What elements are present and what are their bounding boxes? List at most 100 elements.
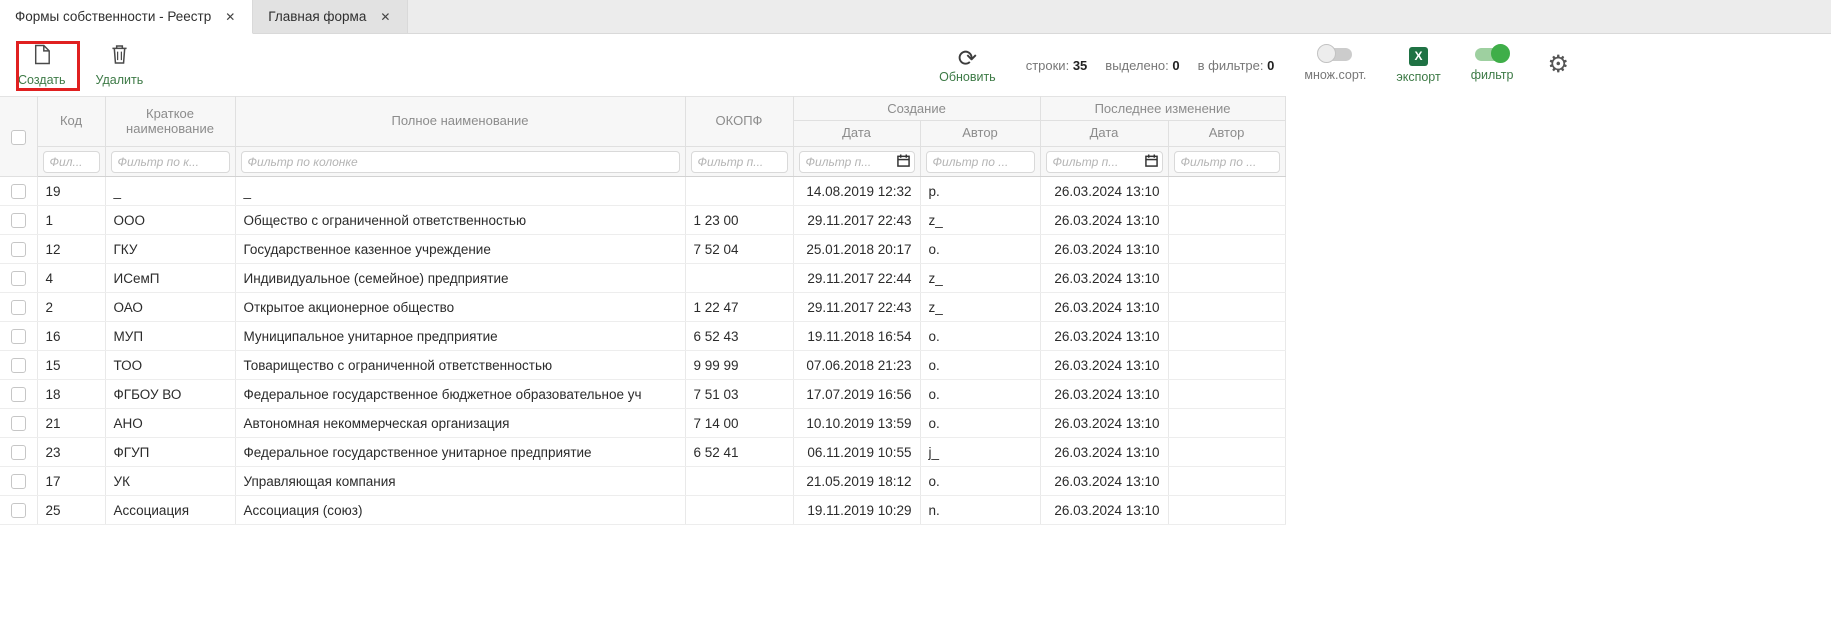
row-checkbox[interactable]: [11, 329, 26, 344]
cell-modified-date: 26.03.2024 13:10: [1040, 235, 1168, 264]
select-all-checkbox[interactable]: [11, 130, 26, 145]
cell-modified-author: [1168, 380, 1285, 409]
column-header-modified-author[interactable]: Автор: [1168, 121, 1285, 147]
toggle-off-icon[interactable]: [1318, 48, 1352, 61]
cell-modified-author: [1168, 322, 1285, 351]
refresh-button[interactable]: ⟳ Обновить: [939, 47, 996, 84]
row-checkbox[interactable]: [11, 271, 26, 286]
cell-modified-date: 26.03.2024 13:10: [1040, 322, 1168, 351]
tab-forms-registry[interactable]: Формы собственности - Реестр ✕: [0, 0, 253, 34]
table-row[interactable]: 16МУПМуниципальное унитарное предприятие…: [0, 322, 1285, 351]
column-header-created-date[interactable]: Дата: [793, 121, 920, 147]
cell-okopf: 1 22 47: [685, 293, 793, 322]
cell-okopf: 7 14 00: [685, 409, 793, 438]
row-checkbox-cell: [0, 322, 37, 351]
row-checkbox[interactable]: [11, 213, 26, 228]
close-icon[interactable]: ✕: [378, 8, 392, 26]
table-row[interactable]: 4ИСемПИндивидуальное (семейное) предприя…: [0, 264, 1285, 293]
rows-count: строки: 35: [1026, 58, 1088, 73]
cell-created-author: n.: [920, 496, 1040, 525]
cell-okopf: 6 52 43: [685, 322, 793, 351]
export-button[interactable]: X экспорт: [1396, 47, 1440, 84]
cell-created-date: 29.11.2017 22:44: [793, 264, 920, 293]
row-checkbox[interactable]: [11, 300, 26, 315]
table-row[interactable]: 18ФГБОУ ВОФедеральное государственное бю…: [0, 380, 1285, 409]
row-checkbox[interactable]: [11, 474, 26, 489]
cell-created-author: o.: [920, 235, 1040, 264]
row-checkbox-cell: [0, 177, 37, 206]
row-checkbox[interactable]: [11, 358, 26, 373]
cell-created-author: o.: [920, 380, 1040, 409]
row-checkbox[interactable]: [11, 242, 26, 257]
cell-modified-date: 26.03.2024 13:10: [1040, 293, 1168, 322]
close-icon[interactable]: ✕: [223, 8, 237, 26]
column-header-short-name[interactable]: Краткое наименование: [105, 97, 235, 147]
delete-button[interactable]: Удалить: [96, 44, 144, 87]
table-row[interactable]: 1ООООбщество с ограниченной ответственно…: [0, 206, 1285, 235]
row-checkbox[interactable]: [11, 387, 26, 402]
cell-code: 19: [37, 177, 105, 206]
toggle-on-icon[interactable]: [1475, 48, 1509, 61]
cell-code: 17: [37, 467, 105, 496]
cell-code: 16: [37, 322, 105, 351]
select-all-cell: [0, 97, 37, 177]
row-checkbox[interactable]: [11, 445, 26, 460]
gear-icon[interactable]: ⚙: [1547, 53, 1569, 77]
cell-okopf: 7 51 03: [685, 380, 793, 409]
cell-short-name: ТОО: [105, 351, 235, 380]
column-header-modified-date[interactable]: Дата: [1040, 121, 1168, 147]
filter-input-code[interactable]: [43, 151, 100, 173]
row-checkbox-cell: [0, 351, 37, 380]
table-row[interactable]: 2ОАООткрытое акционерное общество1 22 47…: [0, 293, 1285, 322]
calendar-icon[interactable]: [1145, 154, 1158, 170]
cell-created-date: 10.10.2019 13:59: [793, 409, 920, 438]
calendar-icon[interactable]: [897, 154, 910, 170]
filter-input-short-name[interactable]: [111, 151, 230, 173]
table-row[interactable]: 25АссоциацияАссоциация (союз)19.11.2019 …: [0, 496, 1285, 525]
table-row[interactable]: 12ГКУГосударственное казенное учреждение…: [0, 235, 1285, 264]
tab-main-form[interactable]: Главная форма ✕: [253, 0, 408, 33]
cell-created-author: o.: [920, 322, 1040, 351]
multisort-label: множ.сорт.: [1304, 68, 1366, 82]
group-header-last-change: Последнее изменение: [1040, 97, 1285, 121]
create-button[interactable]: Создать: [18, 44, 66, 87]
column-header-full-name[interactable]: Полное наименование: [235, 97, 685, 147]
column-header-created-author[interactable]: Автор: [920, 121, 1040, 147]
cell-full-name: Государственное казенное учреждение: [235, 235, 685, 264]
cell-full-name: Автономная некоммерческая организация: [235, 409, 685, 438]
cell-short-name: ФГБОУ ВО: [105, 380, 235, 409]
table-row[interactable]: 17УКУправляющая компания21.05.2019 18:12…: [0, 467, 1285, 496]
cell-code: 12: [37, 235, 105, 264]
cell-short-name: УК: [105, 467, 235, 496]
cell-modified-author: [1168, 438, 1285, 467]
filter-cell-created-date: [793, 147, 920, 177]
table-row[interactable]: 15ТООТоварищество с ограниченной ответст…: [0, 351, 1285, 380]
row-checkbox[interactable]: [11, 416, 26, 431]
selected-count: выделено: 0: [1105, 58, 1179, 73]
filter-input-okopf[interactable]: [691, 151, 788, 173]
row-checkbox-cell: [0, 264, 37, 293]
cell-code: 1: [37, 206, 105, 235]
filter-input-modified-author[interactable]: [1174, 151, 1280, 173]
column-header-okopf[interactable]: ОКОПФ: [685, 97, 793, 147]
trash-icon: [111, 44, 128, 70]
table-row[interactable]: 23ФГУПФедеральное государственное унитар…: [0, 438, 1285, 467]
filter-input-created-author[interactable]: [926, 151, 1035, 173]
cell-modified-author: [1168, 467, 1285, 496]
cell-modified-author: [1168, 293, 1285, 322]
cell-full-name: _: [235, 177, 685, 206]
multisort-toggle[interactable]: множ.сорт.: [1304, 48, 1366, 82]
table-row[interactable]: 19__14.08.2019 12:32p.26.03.2024 13:10: [0, 177, 1285, 206]
table-row[interactable]: 21АНОАвтономная некоммерческая организац…: [0, 409, 1285, 438]
create-button-label: Создать: [18, 73, 66, 87]
cell-code: 2: [37, 293, 105, 322]
export-label: экспорт: [1396, 70, 1440, 84]
row-checkbox[interactable]: [11, 503, 26, 518]
filter-toggle[interactable]: фильтр: [1471, 48, 1514, 82]
cell-okopf: 9 99 99: [685, 351, 793, 380]
cell-full-name: Ассоциация (союз): [235, 496, 685, 525]
cell-created-author: z_: [920, 264, 1040, 293]
filter-input-full-name[interactable]: [241, 151, 680, 173]
column-header-code[interactable]: Код: [37, 97, 105, 147]
row-checkbox[interactable]: [11, 184, 26, 199]
